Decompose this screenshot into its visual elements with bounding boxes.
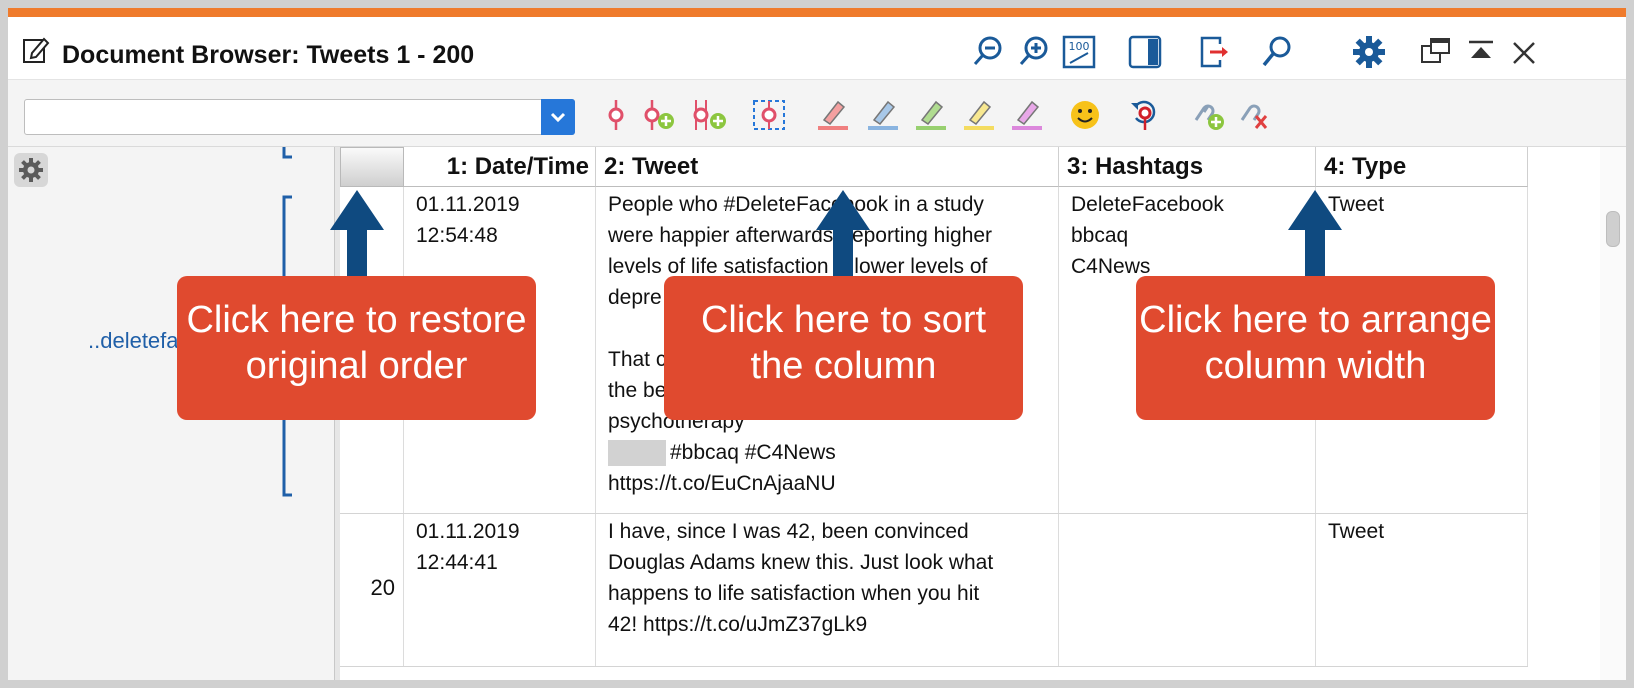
link-delete-icon[interactable]: [1236, 98, 1272, 132]
emoticode-icon[interactable]: [1068, 98, 1102, 132]
table-row[interactable]: 20 01.11.2019 12:44:41 I have, since I w…: [340, 514, 1528, 667]
document-select[interactable]: [24, 99, 575, 135]
tweet-hashtags-text: #bbcaq #C4News: [670, 441, 836, 464]
export-icon[interactable]: [1198, 35, 1232, 69]
callout-arrange-width: Click here to arrange column width: [1136, 276, 1495, 420]
tweet-line: Douglas Adams knew this. Just look what: [608, 551, 994, 574]
arrow-up-icon: [816, 190, 870, 284]
highlight-green-icon[interactable]: [914, 98, 948, 132]
document-browser-window: Document Browser: Tweets 1 - 200 100 ..d…: [8, 8, 1626, 680]
sidebar-panel-icon[interactable]: [1128, 35, 1162, 69]
tweet-line: happens to life satisfaction when you hi…: [608, 582, 980, 605]
code-stripe-label[interactable]: ..deletefa: [88, 328, 179, 354]
svg-text:100: 100: [1069, 40, 1090, 53]
callout-text: Click here to arrange: [1139, 299, 1492, 341]
title-bar: Document Browser: Tweets 1 - 200 100: [8, 17, 1626, 80]
window-accent-bar: [8, 8, 1626, 17]
tweet-line: 42! https://t.co/uJmZ37gLk9: [608, 613, 868, 636]
code-selection-icon[interactable]: [752, 98, 786, 132]
time-text: 12:54:48: [416, 224, 498, 247]
collapse-icon[interactable]: [1466, 35, 1496, 67]
highlight-purple-icon[interactable]: [1010, 98, 1044, 132]
callout-text: Click here to restore: [186, 299, 527, 341]
row-number-cell: 20: [340, 514, 404, 666]
column-header-datetime[interactable]: 1: Date/Time: [404, 147, 596, 187]
code-stripe-top[interactable]: [282, 147, 294, 159]
highlight-yellow-icon[interactable]: [962, 98, 996, 132]
zoom-100-icon[interactable]: 100: [1062, 35, 1096, 69]
tweet-link[interactable]: https://t.co/EuCnAjaaNU: [608, 468, 1058, 499]
settings-gear-icon[interactable]: [1352, 35, 1386, 69]
date-text: 01.11.2019: [416, 520, 520, 543]
column-header-tweet[interactable]: 2: Tweet: [596, 147, 1059, 187]
zoom-in-icon[interactable]: [1018, 35, 1050, 67]
callout-text: the column: [750, 345, 937, 387]
callout-restore-order: Click here to restore original order: [177, 276, 536, 420]
arrow-up-icon: [330, 190, 384, 284]
vertical-scrollbar[interactable]: [1600, 147, 1626, 680]
dropdown-arrow[interactable]: [541, 99, 575, 135]
zoom-out-icon[interactable]: [972, 35, 1004, 67]
callout-text: column width: [1204, 345, 1427, 387]
hashtags-cell: [1059, 514, 1316, 666]
date-text: 01.11.2019: [416, 193, 520, 216]
column-header-hashtags[interactable]: 3: Hashtags: [1059, 147, 1316, 187]
close-icon[interactable]: [1510, 35, 1538, 67]
tweet-line-hashtags: #bbcaq #C4News: [608, 437, 1058, 468]
hashtag: bbcaq: [1071, 224, 1129, 247]
code-icon[interactable]: [604, 98, 628, 132]
search-icon[interactable]: [1260, 35, 1294, 69]
tweet-line: I have, since I was 42, been convinced: [608, 520, 969, 543]
code-add-icon[interactable]: [640, 98, 676, 132]
arrow-up-icon: [1288, 190, 1342, 284]
detach-window-icon[interactable]: [1420, 35, 1452, 67]
scroll-thumb[interactable]: [1606, 211, 1620, 247]
row-number: 20: [370, 575, 395, 600]
sidebar-settings-button[interactable]: [14, 153, 48, 187]
hashtag: DeleteFacebook: [1071, 193, 1224, 216]
tweet-cell: I have, since I was 42, been convinced D…: [596, 514, 1059, 666]
highlight-blue-icon[interactable]: [866, 98, 900, 132]
callout-text: original order: [245, 345, 468, 387]
time-text: 12:44:41: [416, 551, 498, 574]
chevron-down-icon: [550, 112, 566, 123]
highlight-red-icon[interactable]: [816, 98, 850, 132]
callout-text: Click here to sort: [700, 299, 987, 341]
code-multiple-add-icon[interactable]: [688, 98, 728, 132]
edit-document-icon: [23, 37, 50, 63]
restore-order-button[interactable]: [340, 147, 404, 187]
blurred-mention: [608, 440, 666, 467]
undo-code-icon[interactable]: [1128, 98, 1162, 132]
gear-icon: [19, 158, 43, 182]
callout-sort-column: Click here to sort the column: [664, 276, 1023, 420]
window-title: Document Browser: Tweets 1 - 200: [62, 41, 475, 69]
link-add-icon[interactable]: [1190, 98, 1226, 132]
code-toolbar: [8, 80, 1626, 147]
column-header-type[interactable]: 4: Type: [1316, 147, 1528, 187]
type-cell: Tweet: [1316, 514, 1528, 666]
datetime-cell: 01.11.2019 12:44:41: [404, 514, 596, 666]
